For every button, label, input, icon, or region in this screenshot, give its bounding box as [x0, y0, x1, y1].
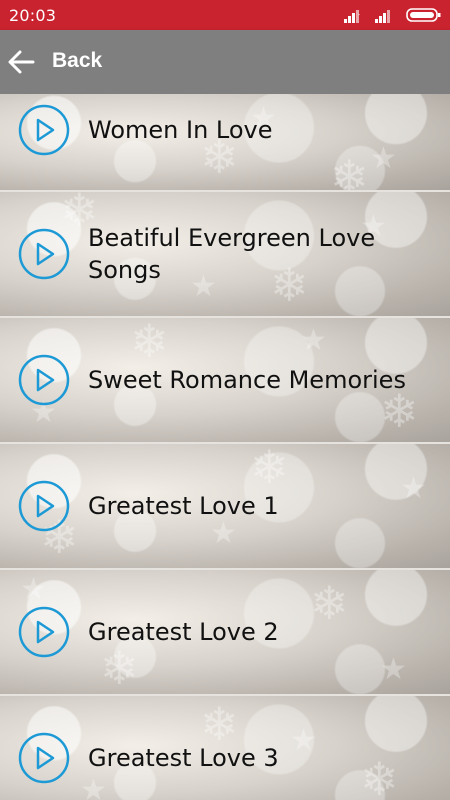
- item-title: Women In Love: [88, 116, 273, 144]
- svg-text:.: .: [358, 9, 360, 17]
- star-decoration: ★: [300, 323, 327, 358]
- snowflake-decoration: ❄: [130, 318, 169, 368]
- star-decoration: ★: [210, 516, 237, 551]
- star-decoration: ★: [380, 652, 407, 687]
- status-time: 20:03: [9, 6, 57, 25]
- star-decoration: ★: [80, 773, 107, 800]
- list-item[interactable]: ❄ ❄ ★ ★ Greatest Love 3: [0, 696, 450, 800]
- back-label: Back: [52, 49, 103, 72]
- list-item[interactable]: ❄ ❄ ★ ★ Beatiful Evergreen Love Songs: [0, 192, 450, 318]
- list-item[interactable]: ❄ ❄ ★ ★ Greatest Love 1: [0, 444, 450, 570]
- snowflake-decoration: ❄: [200, 697, 239, 751]
- list-item[interactable]: ❄ ❄ ★ ★ Greatest Love 2: [0, 570, 450, 696]
- star-decoration: ★: [370, 141, 397, 176]
- list-item[interactable]: ❄ ❄ ★ ★ Sweet Romance Memories: [0, 318, 450, 444]
- item-title: Greatest Love 1: [88, 492, 279, 520]
- back-button[interactable]: Back: [0, 30, 130, 94]
- battery-icon: [406, 8, 441, 22]
- play-icon: [18, 104, 70, 156]
- play-icon: [18, 228, 70, 280]
- play-icon: [18, 480, 70, 532]
- play-icon: [18, 354, 70, 406]
- star-decoration: ★: [20, 572, 47, 607]
- signal-icon: [374, 10, 390, 23]
- item-title: Greatest Love 2: [88, 618, 279, 646]
- status-icons: .: [343, 7, 442, 23]
- playlist-list: ❄ ❄ ★ ★ Women In Love ❄ ❄ ★ ★ Beatiful E…: [0, 94, 450, 800]
- app-bar: Back: [0, 30, 450, 94]
- snowflake-decoration: ❄: [330, 150, 369, 192]
- status-bar: 20:03 .: [0, 0, 450, 30]
- back-arrow-icon: [8, 50, 35, 74]
- item-title: Greatest Love 3: [88, 744, 279, 772]
- signal-icon: .: [343, 9, 360, 23]
- play-icon: [18, 606, 70, 658]
- play-icon: [18, 732, 70, 784]
- item-title: Beatiful Evergreen Love Songs: [88, 224, 376, 284]
- item-title: Sweet Romance Memories: [88, 366, 406, 394]
- snowflake-decoration: ❄: [100, 641, 139, 695]
- snowflake-decoration: ❄: [250, 444, 289, 494]
- list-item[interactable]: ❄ ❄ ★ ★ Women In Love: [0, 94, 450, 192]
